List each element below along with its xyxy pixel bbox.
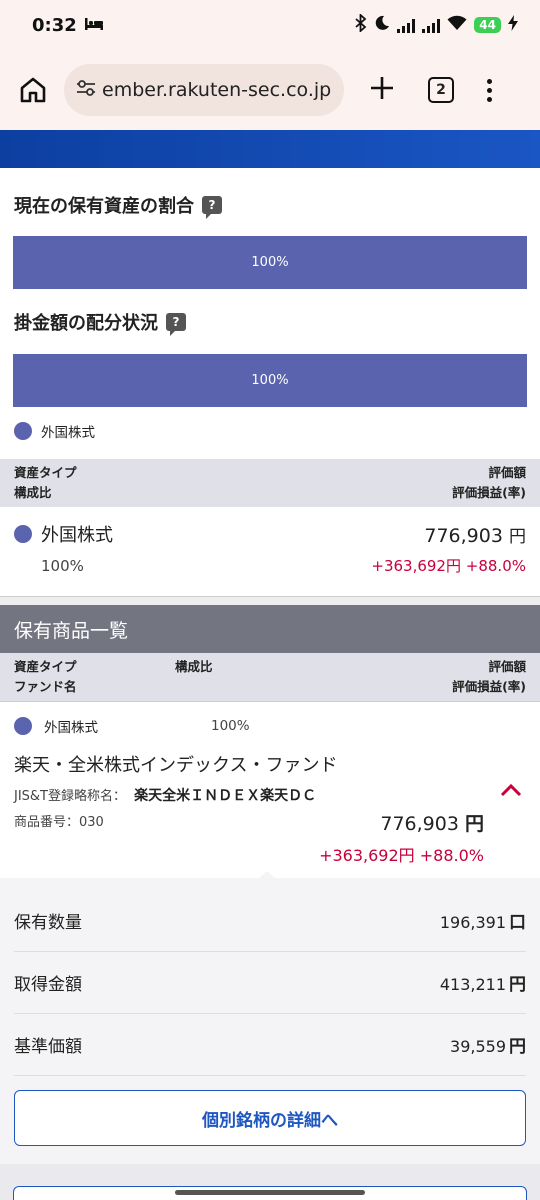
detail-unit: 口 (509, 913, 526, 933)
gesture-bar[interactable] (175, 1190, 365, 1195)
header-valuation: 評価額 (488, 659, 526, 674)
site-settings-icon[interactable] (76, 79, 98, 101)
detail-row-acquisition: 取得金額 413,211 円 (14, 952, 526, 1014)
clock: 0:32 (32, 14, 77, 36)
header-composition: 構成比 (14, 485, 52, 500)
tab-switcher-button[interactable]: 2 (428, 77, 454, 103)
asset-row: 外国株式 776,903 円 100% +363,692円 +88.0% (0, 507, 540, 597)
detail-row-nav: 基準価額 39,559 円 (14, 1014, 526, 1076)
header-asset-type: 資産タイプ (14, 659, 77, 674)
sleep-icon (84, 15, 103, 35)
asset-table-header: 資産タイプ 評価額 構成比 評価損益(率) (0, 459, 540, 507)
collapse-button[interactable] (500, 782, 522, 801)
asset-gain: +363,692円 (371, 557, 461, 575)
signal-icon (397, 18, 416, 33)
jis-label: JIS&T登録略称名： (14, 789, 126, 804)
legend-label: 外国株式 (41, 425, 95, 441)
current-holdings-title-text: 現在の保有資産の割合 (14, 196, 194, 217)
contribution-allocation-title: 掛金額の配分状況 ? (0, 309, 540, 336)
holding-value: 776,903 (380, 813, 459, 835)
header-valuation: 評価額 (488, 465, 526, 480)
detail-value: 39,559 (450, 1037, 506, 1056)
fund-detail-button-label: 個別銘柄の詳細へ (202, 1110, 338, 1131)
home-button[interactable] (16, 73, 50, 107)
detail-label: 保有数量 (14, 913, 82, 933)
site-header-strip (0, 130, 540, 168)
asset-dot (14, 525, 32, 543)
moon-icon (374, 15, 390, 36)
header-fund-name: ファンド名 (14, 679, 77, 694)
wifi-icon (447, 15, 467, 36)
new-tab-button[interactable] (366, 73, 398, 107)
signal-icon-2 (422, 18, 441, 33)
home-icon (20, 77, 46, 103)
holding-dot (14, 717, 32, 735)
holding-ratio: 100% (211, 718, 250, 734)
detail-value: 413,211 (439, 975, 506, 994)
battery-indicator: 44 (474, 17, 501, 33)
detail-row-quantity: 保有数量 196,391 口 (14, 890, 526, 952)
detail-unit: 円 (509, 1037, 526, 1057)
detail-label: 基準価額 (14, 1037, 82, 1057)
bluetooth-icon (355, 12, 367, 37)
asset-ratio: 100% (41, 556, 84, 575)
holdings-title: 保有商品一覧 (14, 619, 129, 642)
asset-gain-rate: +88.0% (465, 557, 526, 575)
plus-icon (371, 77, 393, 99)
fund-detail-button[interactable]: 個別銘柄の詳細へ (14, 1090, 526, 1146)
pointer-notch (258, 871, 276, 879)
contribution-allocation-bar: 100% (13, 354, 527, 407)
header-gain-loss: 評価損益(率) (452, 679, 526, 694)
detail-value: 196,391 (439, 913, 506, 932)
asset-value: 776,903 (424, 524, 503, 547)
detail-unit: 円 (509, 975, 526, 995)
current-allocation-bar: 100% (13, 236, 527, 289)
holdings-section-header: 保有商品一覧 (0, 605, 540, 653)
url-text: ember.rakuten-sec.co.jp (102, 79, 332, 101)
fund-name: 楽天・全米株式インデックス・ファンド (14, 755, 338, 776)
status-bar: 0:32 44 (0, 0, 540, 50)
charging-icon (508, 14, 518, 36)
detail-label: 取得金額 (14, 975, 82, 995)
holdings-table-header: 資産タイプ 評価額 ファンド名 評価損益(率) 構成比 (0, 653, 540, 701)
header-gain-loss: 評価損益(率) (452, 485, 526, 500)
chevron-up-icon (500, 783, 522, 797)
contribution-allocation-title-text: 掛金額の配分状況 (14, 313, 158, 334)
legend: 外国株式 (0, 421, 540, 441)
holding-gain-rate: +88.0% (419, 846, 484, 865)
contribution-allocation-percent: 100% (251, 373, 289, 388)
holding-item[interactable]: 外国株式 100% 楽天・全米株式インデックス・ファンド JIS&T登録略称名：… (0, 701, 540, 879)
asset-value-unit: 円 (509, 526, 526, 547)
holding-details: 保有数量 196,391 口 取得金額 413,211 円 基準価額 39,559 円… (0, 878, 540, 1164)
holding-type: 外国株式 (44, 720, 98, 736)
current-allocation-percent: 100% (251, 255, 289, 270)
help-icon[interactable]: ? (202, 196, 222, 219)
more-menu-button[interactable] (484, 78, 494, 102)
battery-level: 44 (479, 18, 496, 32)
page-bottom-area (0, 1164, 540, 1200)
help-icon[interactable]: ? (166, 313, 186, 336)
holding-gain: +363,692円 (319, 846, 415, 865)
header-composition: 構成比 (175, 659, 213, 674)
browser-toolbar: ember.rakuten-sec.co.jp 2 (0, 50, 540, 130)
jis-name: 楽天全米ＩＮＤＥＸ楽天ＤＣ (134, 788, 317, 804)
holding-value-unit: 円 (464, 813, 484, 835)
asset-type: 外国株式 (41, 525, 113, 546)
header-asset-type: 資産タイプ (14, 465, 77, 480)
tab-count: 2 (436, 82, 446, 98)
legend-dot (14, 422, 32, 440)
address-bar[interactable]: ember.rakuten-sec.co.jp (64, 64, 344, 116)
current-holdings-title: 現在の保有資産の割合 ? (0, 192, 540, 219)
